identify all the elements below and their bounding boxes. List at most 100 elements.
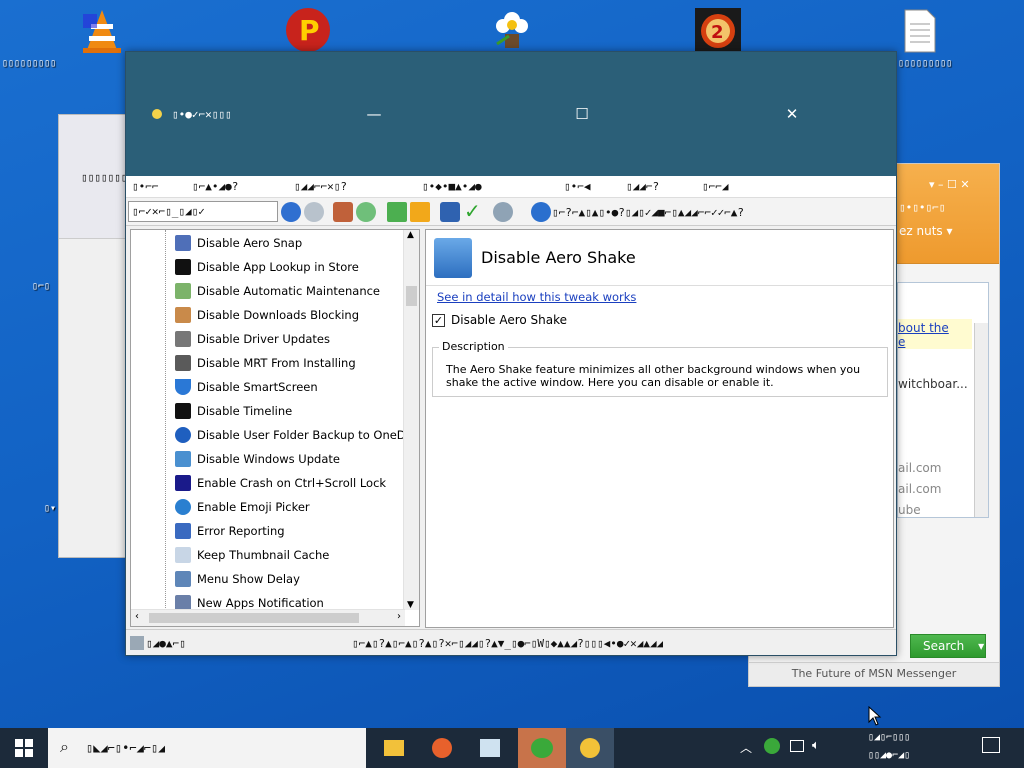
disable-aero-shake-checkbox[interactable]: ✓ Disable Aero Shake <box>432 313 567 327</box>
tweak-tree[interactable]: Disable Aero Snap Disable App Lookup in … <box>130 229 420 627</box>
star-icon[interactable] <box>410 202 430 222</box>
tree-item-crash[interactable]: Enable Crash on Ctrl+Scroll Lock <box>175 472 386 494</box>
toolbar: ▯⌐✓✕⌐▯_▯◢▯✓ ✓ ▯⌐?⌐▲▯▲▯•●?▯◢▯✓◢■⌐▯▲◢◢⌐⌐✓✓… <box>126 198 896 226</box>
svg-text:P: P <box>299 14 320 47</box>
text-document-icon[interactable] <box>888 6 948 66</box>
tree-item-thumbnail[interactable]: Keep Thumbnail Cache <box>175 544 329 566</box>
tree-item-maintenance[interactable]: Disable Automatic Maintenance <box>175 280 380 302</box>
tree-item-emoji[interactable]: Enable Emoji Picker <box>175 496 310 518</box>
svg-text:2: 2 <box>711 22 724 43</box>
tree-item-aero-snap[interactable]: Disable Aero Snap <box>175 232 302 254</box>
gear-icon[interactable] <box>493 202 513 222</box>
thumbnail-icon <box>175 547 191 563</box>
aero-shake-icon <box>434 238 472 278</box>
tweak-heading: Disable Aero Shake <box>481 248 636 267</box>
vlc-icon[interactable] <box>72 6 132 66</box>
description-title: Description <box>439 340 508 353</box>
tree-item-onedrive[interactable]: Disable User Folder Backup to OneDrive <box>175 424 419 446</box>
home-icon[interactable] <box>333 202 353 222</box>
scroll-left-icon[interactable]: ‹ <box>135 611 139 622</box>
snap-icon <box>175 235 191 251</box>
menu-file[interactable]: ▯•⌐⌐ <box>132 180 159 193</box>
list-item[interactable]: ail.com <box>898 482 941 496</box>
search-placeholder: ▯◣◢⌐▯•⌐◢⌐▯◢ <box>86 741 166 755</box>
tray-date[interactable]: ▯▯◢●⌐◢▯ <box>868 750 910 761</box>
menu-tools[interactable]: ▯•◆•■▲•◢● <box>422 180 482 193</box>
list-item[interactable]: ube <box>898 503 921 517</box>
volume-icon[interactable]: 🔈︎ <box>812 738 820 753</box>
contact-list-scrollbar[interactable] <box>974 323 988 517</box>
document-label: ▯▯▯▯▯▯▯▯▯ <box>898 58 953 69</box>
network-icon[interactable] <box>790 740 804 752</box>
scroll-right-icon[interactable]: › <box>397 611 401 622</box>
shortcut-icon[interactable] <box>440 202 460 222</box>
messenger-status[interactable]: ez nuts ▾ <box>899 224 953 238</box>
notification-center-icon[interactable] <box>982 737 1000 753</box>
tweaker-taskbar-icon[interactable] <box>566 728 614 768</box>
tree-vertical-scrollbar[interactable]: ▲ ▼ <box>403 230 419 610</box>
tray-time[interactable]: ▯◢▯⌐▯▯▯ <box>868 732 910 743</box>
close-button[interactable]: ✕ <box>769 92 815 136</box>
contact-link-2[interactable]: e <box>898 335 905 349</box>
taskbar-search[interactable]: ⌕ ▯◣◢⌐▯•⌐◢⌐▯◢ <box>48 728 366 768</box>
checkbox-label: Disable Aero Shake <box>451 313 568 327</box>
vlc-label: ▯▯▯▯▯▯▯▯▯ <box>2 58 57 69</box>
detail-pane: Disable Aero Shake See in detail how thi… <box>425 229 894 628</box>
scroll-up-icon[interactable]: ▲ <box>407 230 414 240</box>
title-bar[interactable]: ▯•●✓⌐✕▯▯▯ — ☐ ✕ <box>126 52 896 176</box>
menu-bar: ▯•⌐⌐ ▯⌐▲•◢●? ▯◢◢⌐⌐✕▯? ▯•◆•■▲•◢● ▯•⌐◀ ▯◢◢… <box>126 176 896 198</box>
tray-chevron-icon[interactable]: ︿ <box>740 739 752 756</box>
tray-messenger-icon[interactable] <box>764 738 780 754</box>
window-app-icon[interactable] <box>466 728 514 768</box>
description-group: Description The Aero Shake feature minim… <box>432 340 888 397</box>
menu-help[interactable]: ▯⌐⌐◢ <box>702 180 729 193</box>
tree-scroll-thumb[interactable] <box>406 286 417 306</box>
error-flag-icon <box>175 523 191 539</box>
forward-arrow-icon[interactable] <box>304 202 324 222</box>
tree-item-error-reporting[interactable]: Error Reporting <box>175 520 285 542</box>
background-window[interactable]: ▯▯▯▯▯▯▯▯▯ <box>58 114 141 558</box>
start-windows-icon[interactable] <box>0 728 48 768</box>
tree-horizontal-scrollbar[interactable]: ‹ › <box>131 609 405 626</box>
tree-item-timeline[interactable]: Disable Timeline <box>175 400 292 422</box>
shield-icon <box>175 379 191 395</box>
messenger-taskbar-icon[interactable] <box>518 728 566 768</box>
list-item[interactable]: witchboar... <box>898 377 968 391</box>
address-field[interactable]: ▯⌐✓✕⌐▯_▯◢▯✓ <box>128 201 278 222</box>
minimize-button[interactable]: — <box>351 92 397 136</box>
contact-link[interactable]: bout the <box>898 321 949 335</box>
menu-language[interactable]: ▯◢◢⌐? <box>626 180 659 193</box>
scroll-down-icon[interactable]: ▼ <box>407 600 414 610</box>
menu-edit[interactable]: ▯⌐▲•◢●? <box>192 180 238 193</box>
update-icon <box>175 451 191 467</box>
apply-check-icon[interactable]: ✓ <box>464 200 481 222</box>
tree-hscroll-thumb[interactable] <box>149 613 359 623</box>
tree-item-downloads[interactable]: Disable Downloads Blocking <box>175 304 359 326</box>
onedrive-icon <box>175 427 191 443</box>
menu-view[interactable]: ▯◢◢⌐⌐✕▯? <box>294 180 347 193</box>
messenger-window-controls[interactable]: ▾ – ☐ ✕ <box>929 178 970 191</box>
contact-list[interactable]: bout the e witchboar... ail.com ail.com … <box>897 282 989 518</box>
description-text: The Aero Shake feature minimizes all oth… <box>446 363 861 389</box>
tree-item-menu-delay[interactable]: Menu Show Delay <box>175 568 300 590</box>
undo-icon[interactable] <box>531 202 551 222</box>
file-explorer-icon[interactable] <box>370 728 418 768</box>
firefox-icon[interactable] <box>418 728 466 768</box>
search-button[interactable]: Search ▾ <box>910 634 986 658</box>
menu-options[interactable]: ▯•⌐◀ <box>564 180 591 193</box>
tweaker-window[interactable]: ▯•●✓⌐✕▯▯▯ — ☐ ✕ ▯•⌐⌐ ▯⌐▲•◢●? ▯◢◢⌐⌐✕▯? ▯•… <box>125 51 897 656</box>
details-link[interactable]: See in detail how this tweak works <box>437 290 636 304</box>
back-arrow-icon[interactable] <box>281 202 301 222</box>
refresh-icon[interactable] <box>356 202 376 222</box>
tree-item-windows-update[interactable]: Disable Windows Update <box>175 448 340 470</box>
messenger-header-garble: ▯•▯•▯⌐▯ <box>899 201 946 214</box>
tree-item-mrt[interactable]: Disable MRT From Installing <box>175 352 356 374</box>
tree-item-app-lookup[interactable]: Disable App Lookup in Store <box>175 256 359 278</box>
add-favorite-icon[interactable] <box>387 202 407 222</box>
list-item[interactable]: ail.com <box>898 461 941 475</box>
driver-icon <box>175 331 191 347</box>
tree-item-smartscreen[interactable]: Disable SmartScreen <box>175 376 318 398</box>
checkbox-check-icon[interactable]: ✓ <box>432 313 445 327</box>
tree-item-driver-updates[interactable]: Disable Driver Updates <box>175 328 330 350</box>
maximize-button[interactable]: ☐ <box>559 92 605 136</box>
